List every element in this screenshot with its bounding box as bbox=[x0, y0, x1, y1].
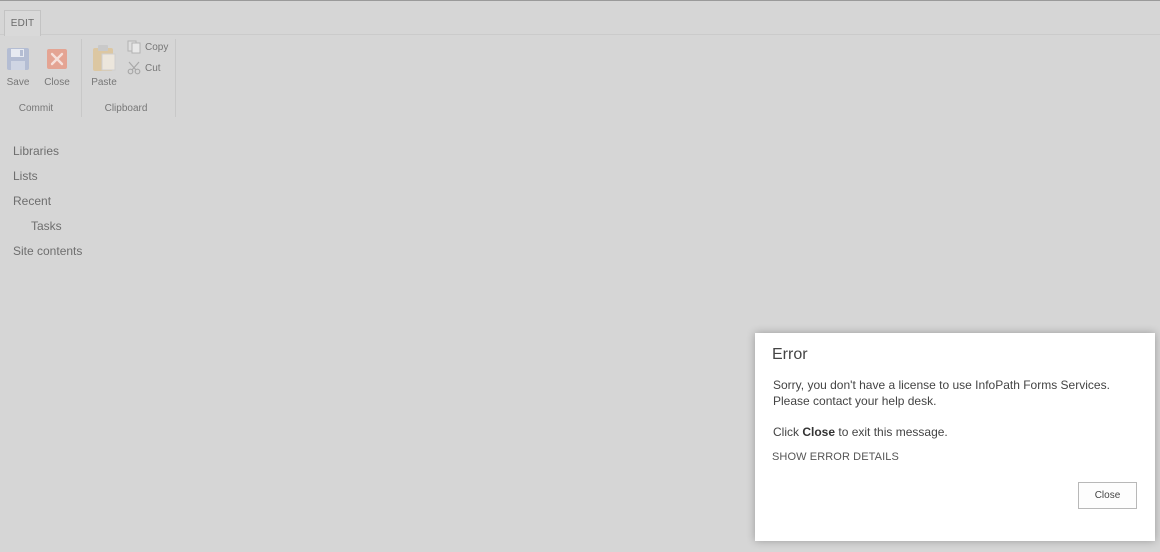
copy-button-label: Copy bbox=[145, 41, 169, 53]
ribbon: Save Close Commit Paste Copy Cut Clipboa… bbox=[0, 35, 1160, 119]
dialog-instruction: Click Close to exit this message. bbox=[773, 425, 948, 439]
cut-button[interactable]: Cut bbox=[127, 60, 161, 76]
instruction-bold: Close bbox=[802, 425, 836, 439]
close-ribbon-button-label: Close bbox=[44, 77, 70, 88]
nav-item-site-contents[interactable]: Site contents bbox=[13, 238, 213, 263]
quick-launch-nav: Libraries Lists Recent Tasks Site conten… bbox=[13, 138, 213, 263]
instruction-prefix: Click bbox=[773, 425, 803, 439]
nav-item-lists[interactable]: Lists bbox=[13, 163, 213, 188]
instruction-suffix: to exit this message. bbox=[835, 425, 948, 439]
paste-button-label: Paste bbox=[91, 77, 117, 88]
floppy-disk-icon bbox=[7, 48, 29, 70]
commit-group-label: Commit bbox=[18, 103, 54, 114]
scissors-icon bbox=[127, 61, 141, 75]
copy-button[interactable]: Copy bbox=[127, 39, 168, 55]
nav-item-tasks[interactable]: Tasks bbox=[13, 213, 213, 238]
dialog-close-button[interactable]: Close bbox=[1078, 482, 1137, 509]
page: { "ribbon": { "tab_label": "EDIT", "comm… bbox=[0, 0, 1160, 552]
nav-item-libraries[interactable]: Libraries bbox=[13, 138, 213, 163]
nav-item-recent[interactable]: Recent bbox=[13, 188, 213, 213]
dialog-title: Error bbox=[772, 346, 808, 363]
close-ribbon-button[interactable]: Close bbox=[39, 39, 75, 89]
clipboard-group-label: Clipboard bbox=[104, 103, 148, 114]
paste-button[interactable]: Paste bbox=[86, 39, 122, 89]
close-x-icon bbox=[47, 49, 67, 69]
save-button[interactable]: Save bbox=[0, 39, 36, 89]
error-dialog: Error Sorry, you don't have a license to… bbox=[755, 333, 1155, 541]
show-error-details-link[interactable]: SHOW ERROR DETAILS bbox=[772, 451, 899, 463]
cut-button-label: Cut bbox=[145, 62, 161, 74]
tab-edit[interactable]: EDIT bbox=[4, 10, 41, 36]
save-button-label: Save bbox=[6, 77, 30, 88]
copy-icon bbox=[127, 40, 141, 54]
ribbon-tab-bar: EDIT bbox=[0, 0, 1160, 36]
ribbon-group-divider bbox=[175, 39, 176, 117]
ribbon-group-divider bbox=[81, 39, 82, 117]
clipboard-paste-icon bbox=[93, 45, 116, 71]
dialog-message: Sorry, you don't have a license to use I… bbox=[773, 378, 1110, 408]
